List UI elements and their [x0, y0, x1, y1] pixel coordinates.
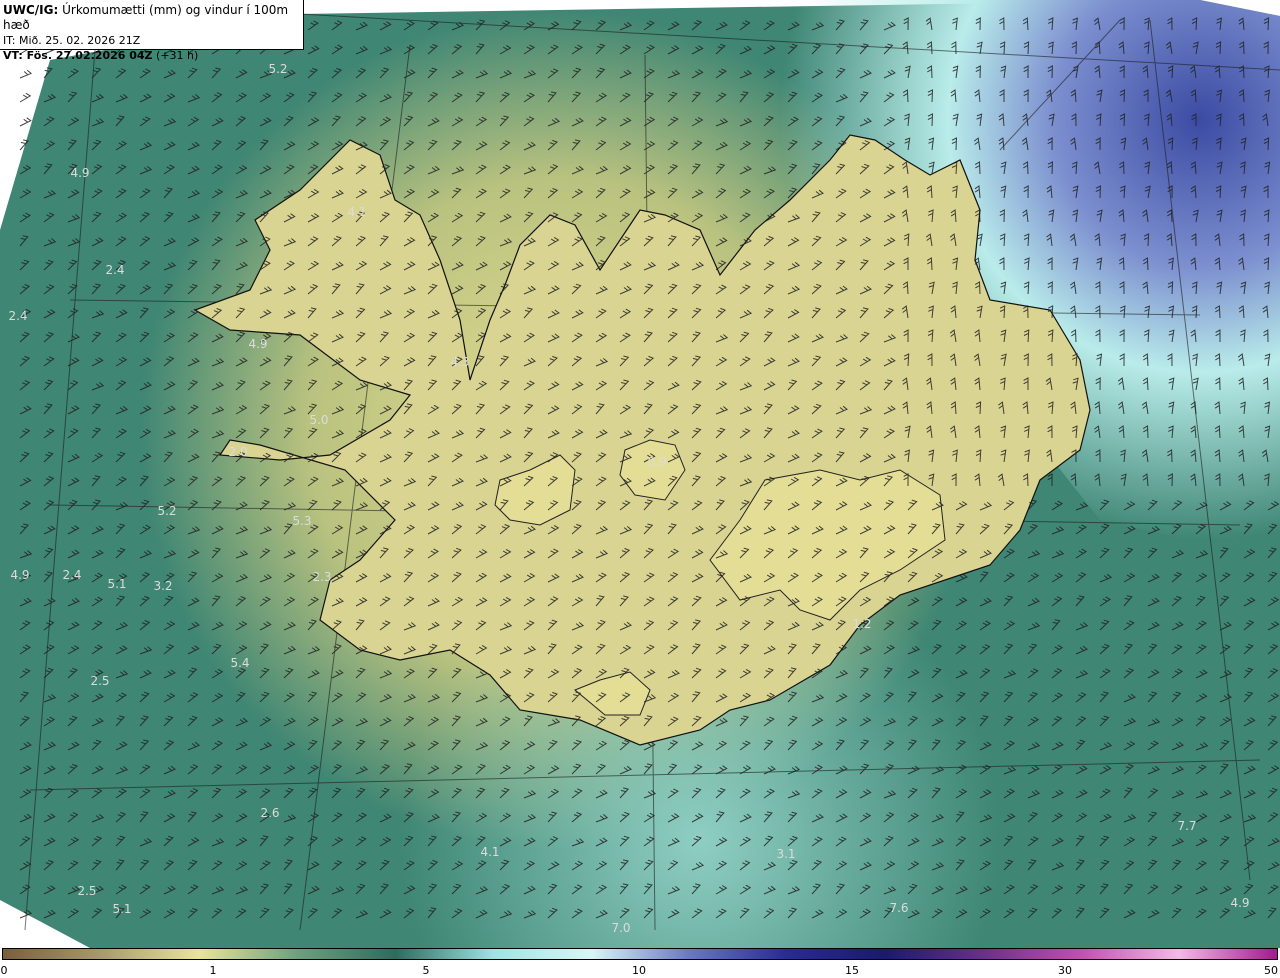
precip-value-label: 1.2 — [852, 617, 871, 631]
precip-value-label: 2.4 — [105, 263, 124, 277]
info-box: UWC/IG: Úrkomumætti (mm) og vindur í 100… — [0, 0, 304, 62]
precip-value-label: 4.1 — [480, 845, 499, 859]
precip-value-label: 0.9 — [647, 455, 666, 469]
precip-value-label: 3.1 — [776, 847, 795, 861]
precipitation-map[interactable]: 5.2 4.9 4.1 2.4 2.4 4.9 4.3 5.0 2.0 0.9 5.2 5.3 4.9 2… — [0, 0, 1280, 948]
valid-time-date: VT: Fös. 27.02.2026 04Z — [3, 49, 153, 62]
colorbar-tick: 1 — [209, 964, 217, 977]
precip-value-label: 2.3 — [312, 570, 331, 584]
precip-value-label: 4.9 — [248, 337, 267, 351]
precip-value-label: 5.4 — [230, 656, 249, 670]
precip-value-label: 4.1 — [347, 205, 366, 219]
precip-value-label: 4.3 — [450, 355, 469, 369]
precip-value-label: 5.0 — [309, 413, 328, 427]
precip-value-label: 7.0 — [611, 921, 630, 935]
colorbar-tick: 30 — [1058, 964, 1072, 977]
colorbar-tick: 0 — [0, 964, 8, 977]
precip-value-label: 2.0 — [228, 445, 247, 459]
precip-value-label: 5.2 — [157, 504, 176, 518]
map-title: UWC/IG: Úrkomumætti (mm) og vindur í 100… — [3, 3, 300, 33]
colorbar-tick: 50 — [1264, 964, 1278, 977]
precip-value-label: 5.1 — [107, 577, 126, 591]
colorbar-strip — [2, 948, 1278, 960]
precip-value-label: 5.3 — [292, 514, 311, 528]
colorbar-tick: 10 — [632, 964, 646, 977]
precip-value-label: 2.5 — [77, 884, 96, 898]
valid-time-offset: (+31 h) — [152, 49, 199, 62]
colorbar-tick: 5 — [422, 964, 430, 977]
precip-value-label: 2.4 — [8, 309, 27, 323]
title-model: UWC/IG: — [3, 3, 59, 17]
precip-value-label: 2.6 — [260, 806, 279, 820]
precip-value-label: 5.2 — [268, 62, 287, 76]
colorbar-tick: 15 — [845, 964, 859, 977]
precip-value-label: 4.9 — [10, 568, 29, 582]
precip-value-label: 2.5 — [90, 674, 109, 688]
precip-value-label: 3.2 — [153, 579, 172, 593]
precip-value-label: 7.6 — [889, 901, 908, 915]
precip-value-label: 2.4 — [62, 568, 81, 582]
colorbar: 0 1 5 10 15 30 50 — [0, 948, 1280, 978]
precip-value-label: 7.7 — [1177, 819, 1196, 833]
precip-value-label: 4.9 — [1230, 896, 1249, 910]
valid-time: VT: Fös. 27.02.2026 04Z (+31 h) — [3, 48, 300, 63]
precip-value-label: 5.1 — [112, 902, 131, 916]
precip-value-label: 4.9 — [70, 166, 89, 180]
initial-time: IT: Mið. 25. 02. 2026 21Z — [3, 34, 141, 47]
